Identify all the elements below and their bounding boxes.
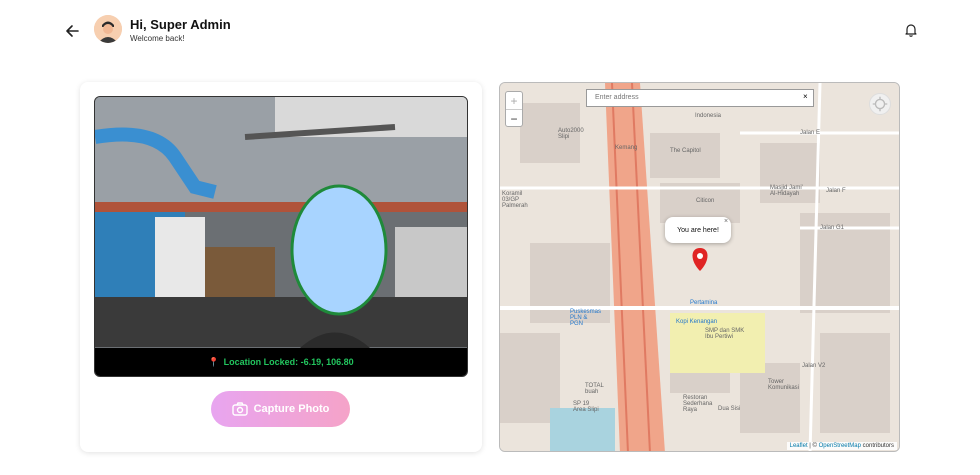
map-label-tower: Tower Komunikasi (768, 379, 800, 391)
popup-close-button[interactable]: × (724, 218, 728, 225)
map-label-kopi: Kopi Kenangan (676, 319, 718, 325)
camera-feed-image (95, 97, 467, 376)
map-label-jalan-f: Jalan F (826, 188, 846, 194)
leaflet-link[interactable]: Leaflet (790, 443, 808, 449)
arrow-left-icon[interactable] (64, 22, 82, 40)
locate-icon[interactable] (869, 93, 891, 115)
camera-card: 📍 Location Locked: -6.19, 106.80 Capture… (80, 82, 482, 452)
map-label-auto2000: Auto2000 Slipi (558, 128, 584, 140)
map-label-sp19: SP 19 Area Slipi (573, 401, 599, 413)
address-search-input[interactable]: Enter address (586, 89, 814, 107)
avatar[interactable] (94, 15, 122, 43)
capture-photo-label: Capture Photo (253, 403, 330, 415)
map-label-jalan-v2: Jalan V2 (802, 363, 826, 369)
map-label-koramil: Koramil 03/GP Palmerah (502, 191, 528, 209)
map-label-citicon: Citicon (696, 198, 715, 204)
attribution-tail: contributors (860, 443, 894, 449)
map-view[interactable]: The Capitol Citicon Jalan E Jalan F Jala… (499, 82, 900, 452)
map-label-kemang: Kemang (615, 145, 638, 151)
map-label-smp: SMP dan SMK Ibu Pertiwi (705, 328, 745, 340)
location-status-text: Location Locked: -6.19, 106.80 (223, 357, 354, 367)
location-popup: You are here! (665, 217, 731, 243)
app-header: Hi, Super Admin Welcome back! (0, 0, 980, 60)
map-label-jalan-e: Jalan E (800, 130, 821, 136)
clear-address-button[interactable]: × (803, 92, 808, 101)
camera-preview: 📍 Location Locked: -6.19, 106.80 (94, 96, 468, 377)
map-attribution: Leaflet | © OpenStreetMap contributors (786, 442, 897, 450)
capture-photo-button[interactable]: Capture Photo (211, 391, 350, 427)
zoom-out-button[interactable]: − (506, 110, 522, 128)
map-label-puskesmas: Puskesmas PLN & PGN (570, 309, 602, 327)
map-label-dua-sisi: Dua Sisi (718, 406, 741, 412)
zoom-in-button[interactable]: + (506, 92, 522, 110)
pin-icon: 📍 (208, 356, 220, 367)
map-label-pertamina: Pertamina (690, 300, 718, 306)
osm-link[interactable]: OpenStreetMap (819, 443, 861, 449)
map-label-restoran: Restoran Sederhana Raya (683, 395, 713, 413)
location-status: 📍 Location Locked: -6.19, 106.80 (95, 348, 467, 376)
map-label-jalan-g1: Jalan G1 (820, 225, 845, 231)
map-label-the-capitol: The Capitol (670, 148, 701, 154)
bell-icon[interactable] (903, 22, 919, 38)
greeting-subtitle: Welcome back! (130, 34, 185, 43)
camera-icon (231, 402, 248, 416)
face-mask (290, 184, 388, 316)
map-label-total: TOTAL buah (585, 383, 604, 395)
user-avatar-icon (94, 15, 122, 43)
popup-text: You are here! (677, 226, 719, 234)
map-label-indonesia: Indonesia (695, 113, 722, 119)
greeting-title: Hi, Super Admin (130, 17, 231, 32)
zoom-control: + − (505, 91, 523, 127)
attribution-separator: | © (807, 443, 819, 449)
map-label-masjid: Masjid Jami' Al-Hidayah (770, 185, 803, 197)
